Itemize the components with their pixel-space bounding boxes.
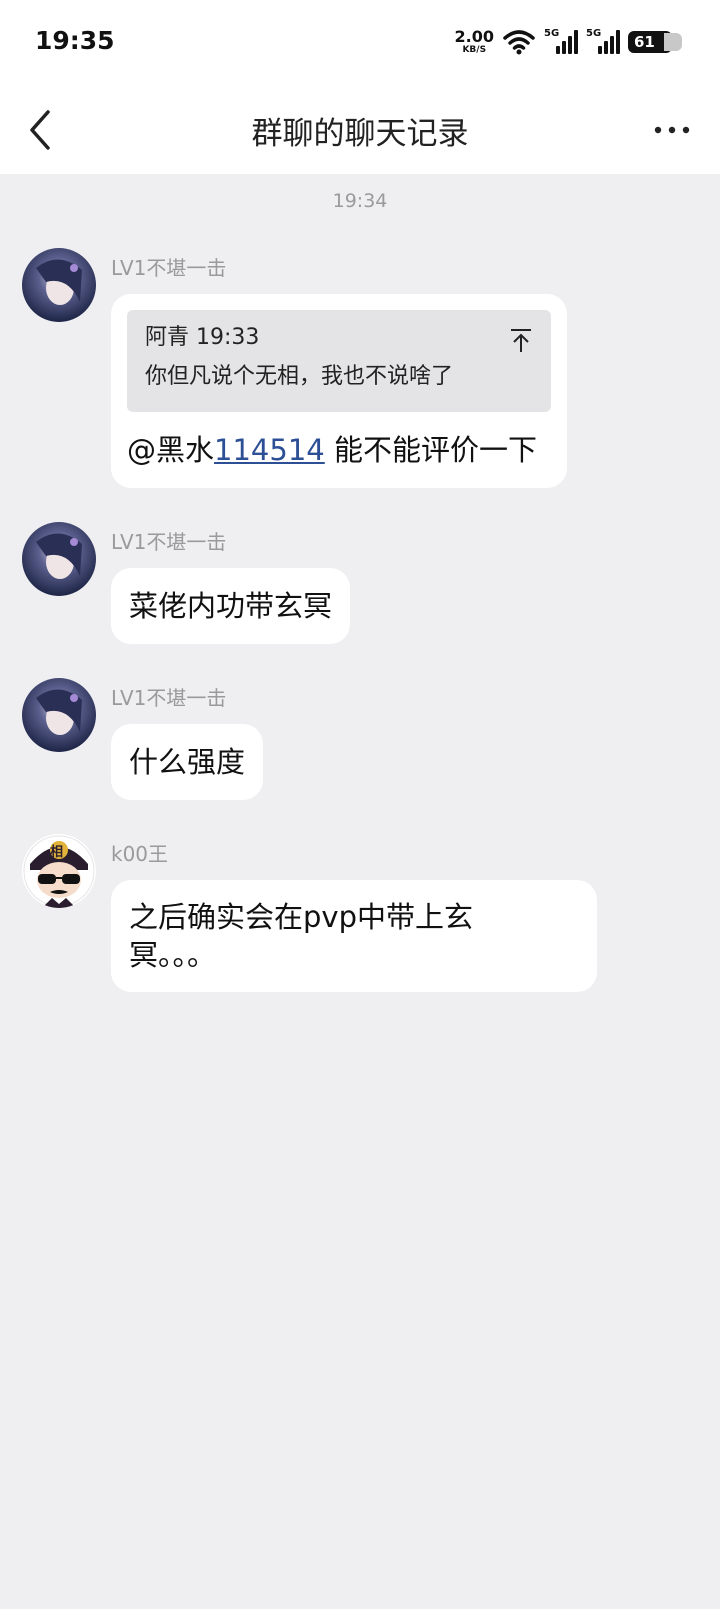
network-speed: 2.00 KB/S [455,29,494,55]
nav-bar: 群聊的聊天记录 [0,86,720,174]
message-text: @黑水114514 能不能评价一下 [127,432,551,470]
message-text-rest: 能不能评价一下 [324,433,537,467]
page-title: 群聊的聊天记录 [251,116,469,152]
battery-level: 61 [634,33,655,51]
sender-name: LV1不堪一击 [111,256,227,280]
mention-prefix: @黑水 [127,433,215,467]
time-separator: 19:34 [332,190,388,212]
more-dots-icon [654,126,690,134]
message-text: 什么强度 [129,745,246,779]
status-bar: 19:35 2.00 KB/S 5G 5G 61 [0,0,720,86]
message-text-line: 冥。。。 [129,938,217,972]
avatar[interactable]: 相 [22,834,96,908]
message-bubble[interactable]: 什么强度 [111,724,264,800]
quote-text: 你但凡说个无相，我也不说啥了 [145,363,454,389]
status-icons: 2.00 KB/S 5G 5G 61 [455,26,682,58]
signal-label: 5G [586,28,602,39]
avatar[interactable] [22,248,96,322]
avatar[interactable] [22,522,96,596]
quoted-message[interactable]: 阿青 19:33 你但凡说个无相，我也不说啥了 [127,310,551,412]
signal-icon: 5G [544,28,578,56]
mention-link[interactable]: 114514 [214,433,325,467]
avatar[interactable] [22,678,96,752]
message-bubble[interactable]: 阿青 19:33 你但凡说个无相，我也不说啥了 @黑水114514 能不能评价一… [111,294,567,488]
network-speed-value: 2.00 [454,27,494,46]
wifi-icon [503,30,535,55]
jump-to-top-icon[interactable] [509,328,533,354]
signal-label: 5G [544,28,560,39]
message-item: LV1不堪一击 阿青 19:33 你但凡说个无相，我也不说啥了 @黑水11451… [0,248,720,498]
signal-icon: 5G [586,28,620,56]
network-speed-unit: KB/S [462,45,487,55]
sender-name: LV1不堪一击 [111,686,227,710]
avatar-badge: 相 [50,845,64,860]
more-button[interactable] [650,118,694,142]
message-text-line: 之后确实会在pvp中带上玄 [129,900,473,934]
sender-name: LV1不堪一击 [111,530,227,554]
message-item: LV1不堪一击 什么强度 [0,678,720,808]
status-time: 19:35 [35,26,115,55]
message-item: 相 k00王 之后确实会在pvp中带上玄 冥。。。 [0,834,720,1004]
message-bubble[interactable]: 菜佬内功带玄冥 [111,568,351,644]
quote-author-time: 阿青 19:33 [145,325,260,350]
sender-name: k00王 [111,842,169,866]
battery-icon: 61 [628,31,682,53]
message-bubble[interactable]: 之后确实会在pvp中带上玄 冥。。。 [111,880,597,992]
message-text: 菜佬内功带玄冥 [129,589,333,623]
message-item: LV1不堪一击 菜佬内功带玄冥 [0,522,720,652]
chat-history[interactable]: 19:34 LV1不堪一击 阿青 19:33 你但凡说个无相，我也不说啥了 @黑… [0,174,720,1609]
